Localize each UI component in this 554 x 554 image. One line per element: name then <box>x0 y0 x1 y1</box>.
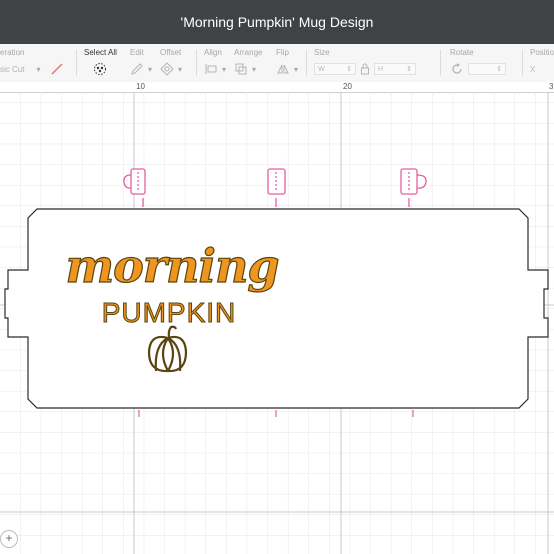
chevron-down-icon[interactable]: ▾ <box>252 65 256 74</box>
chevron-down-icon[interactable]: ▾ <box>222 65 226 74</box>
edit-group[interactable]: Edit ▾ <box>130 48 152 76</box>
position-label: Positio <box>530 48 554 57</box>
rotate-field[interactable]: ⇕ <box>468 63 506 75</box>
flip-label: Flip <box>276 48 289 57</box>
stepper-icon: ⇕ <box>406 66 412 73</box>
design-canvas[interactable]: morning PUMPKIN <box>0 92 554 554</box>
ruler-tick-label: 3 <box>549 82 554 91</box>
title-bar: 'Morning Pumpkin' Mug Design <box>0 0 554 44</box>
width-prefix: W <box>318 65 325 73</box>
arrange-icon[interactable] <box>234 62 248 76</box>
design-text-morning[interactable]: morning <box>65 238 280 293</box>
rotate-label: Rotate <box>450 48 474 57</box>
edit-label: Edit <box>130 48 144 57</box>
align-label: Align <box>204 48 222 57</box>
flip-icon[interactable] <box>276 62 290 76</box>
position-group[interactable]: Positio X <box>530 48 554 76</box>
arrange-group[interactable]: Arrange ▾ <box>234 48 262 76</box>
operation-select[interactable]: sic Cut <box>0 65 24 74</box>
stepper-icon: ⇕ <box>496 66 502 73</box>
pen-color-icon[interactable] <box>50 62 64 76</box>
stepper-icon: ⇕ <box>346 66 352 73</box>
offset-icon[interactable] <box>160 62 174 76</box>
arrange-label: Arrange <box>234 48 263 57</box>
chevron-down-icon[interactable]: ▾ <box>294 65 298 74</box>
height-prefix: H <box>378 65 384 73</box>
align-icon[interactable] <box>204 62 218 76</box>
chevron-down-icon[interactable]: ▾ <box>36 65 40 74</box>
rotate-icon[interactable] <box>450 62 464 76</box>
size-label: Size <box>314 48 330 57</box>
width-field[interactable]: W ⇕ <box>314 63 356 75</box>
zoom-in-button[interactable]: + <box>0 530 18 548</box>
position-x-prefix[interactable]: X <box>530 65 535 74</box>
height-field[interactable]: H ⇕ <box>374 63 416 75</box>
select-all-label: Select All <box>84 48 117 57</box>
ruler-tick-label: 20 <box>343 82 352 91</box>
ruler-tick-label: 10 <box>136 82 145 91</box>
align-group[interactable]: Align ▾ <box>204 48 226 76</box>
chevron-down-icon[interactable]: ▾ <box>178 65 182 74</box>
pencil-icon[interactable] <box>130 62 144 76</box>
chevron-down-icon[interactable]: ▾ <box>148 65 152 74</box>
lock-icon[interactable] <box>360 62 370 76</box>
window-title: 'Morning Pumpkin' Mug Design <box>180 14 374 30</box>
offset-label: Offset <box>160 48 182 57</box>
toolbar: eration sic Cut ▾ Select All Edit ▾ Offs… <box>0 44 554 83</box>
size-group[interactable]: Size W ⇕ H ⇕ <box>314 48 416 76</box>
offset-group[interactable]: Offset ▾ <box>160 48 182 76</box>
operation-group[interactable]: eration sic Cut ▾ <box>0 48 64 76</box>
operation-label: eration <box>0 48 25 57</box>
design-text-pumpkin[interactable]: PUMPKIN <box>101 297 237 329</box>
select-all-group[interactable]: Select All <box>84 48 117 76</box>
rotate-group[interactable]: Rotate ⇕ <box>450 48 506 76</box>
select-all-icon[interactable] <box>92 62 108 76</box>
flip-group[interactable]: Flip ▾ <box>276 48 298 76</box>
